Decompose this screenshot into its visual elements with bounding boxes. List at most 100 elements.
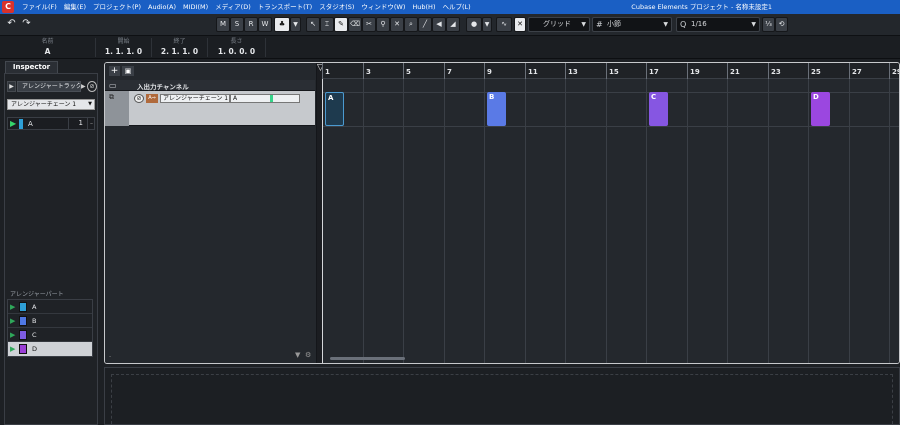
triplet-button[interactable]: ⅓ — [762, 17, 775, 32]
play-part-icon[interactable]: ▶ — [10, 344, 15, 354]
arranger-chain-select[interactable]: アレンジャーチェーン 1 ▼ — [7, 99, 95, 110]
iterative-quantize-icon[interactable]: ⟲ — [775, 17, 788, 32]
info-length[interactable]: 長さ 1. 0. 0. 0 — [208, 38, 266, 57]
arranger-event-a[interactable]: A — [325, 92, 344, 126]
chain-entry-row[interactable]: ▶ A 1 – — [7, 117, 95, 130]
activate-arranger-icon[interactable]: ⊘ — [134, 94, 144, 103]
gear-icon[interactable]: ⚙ — [305, 351, 311, 359]
play-entry-icon[interactable]: ▶ — [10, 119, 16, 128]
arranger-part-row[interactable]: ▶ C — [8, 328, 92, 342]
arranger-part-row[interactable]: ▶ B — [8, 314, 92, 328]
grid-type-label: 小節 — [607, 20, 621, 28]
info-end[interactable]: 終了 2. 1. 1. 0 — [152, 38, 208, 57]
mute-button[interactable]: M — [216, 17, 230, 32]
split-tool-icon[interactable]: ✂ — [362, 17, 376, 32]
write-button[interactable]: W — [258, 17, 272, 32]
snap-type-dropdown[interactable]: ▼ — [482, 17, 492, 32]
play-tool-icon[interactable]: ◀ — [432, 17, 446, 32]
info-start[interactable]: 開始 1. 1. 1. 0 — [96, 38, 152, 57]
snap-mode-dropdown[interactable]: グリッド ▼ — [528, 17, 590, 32]
arranger-event-d[interactable]: D — [811, 92, 830, 126]
folder-track[interactable]: ▭ 入出力チャンネル — [105, 80, 315, 91]
play-part-icon[interactable]: ▶ — [10, 316, 15, 326]
zoom-tool-icon[interactable]: ⌕ — [404, 17, 418, 32]
edit-icon[interactable]: ⊘ — [87, 81, 97, 92]
inspector-panel: ▶ アレンジャートラック ▶ ⊘ アレンジャーチェーン 1 ▼ ▶ A 1 – ア… — [4, 73, 98, 425]
range-select-icon[interactable]: ⌶ — [320, 17, 334, 32]
menu-edit[interactable]: 編集(E) — [64, 0, 86, 14]
menu-project[interactable]: プロジェクト(P) — [93, 0, 141, 14]
mute-tool-icon[interactable]: ✕ — [390, 17, 404, 32]
menu-studio[interactable]: スタジオ(S) — [319, 0, 354, 14]
snap-toggle-icon[interactable]: ✕ — [514, 17, 526, 32]
menu-transport[interactable]: トランスポート(T) — [258, 0, 312, 14]
ruler-bar-label: 7 — [447, 68, 452, 76]
info-name-value[interactable]: A — [0, 46, 95, 57]
grid-type-dropdown[interactable]: # 小節 ▼ — [592, 17, 672, 32]
play-part-icon[interactable]: ▶ — [10, 302, 15, 312]
grid-line — [565, 79, 566, 363]
arranger-chain-field[interactable]: アレンジャーチェーン 1 — [160, 94, 230, 103]
expand-track-icon[interactable]: ▶ — [7, 81, 16, 92]
menu-help[interactable]: ヘルプ(L) — [442, 0, 470, 14]
menu-bar: ファイル(F) 編集(E) プロジェクト(P) Audio(A) MIDI(M)… — [22, 0, 471, 14]
redo-icon[interactable]: ↷ — [19, 17, 34, 32]
menu-audio[interactable]: Audio(A) — [148, 0, 176, 14]
arranger-part-field[interactable]: A — [230, 94, 300, 103]
add-track-preset-icon[interactable]: ▣ — [122, 66, 134, 76]
menu-file[interactable]: ファイル(F) — [22, 0, 57, 14]
track-separator — [322, 126, 899, 127]
ruler-tick — [363, 63, 364, 79]
track-list-menu-icon[interactable]: - — [109, 353, 111, 360]
snap-type-icon[interactable]: ● — [466, 17, 482, 32]
play-part-icon[interactable]: ▶ — [10, 330, 15, 340]
project-cursor[interactable] — [322, 79, 323, 363]
menu-midi[interactable]: MIDI(M) — [183, 0, 208, 14]
ruler-tick — [646, 63, 647, 79]
auto-scroll-icon[interactable]: ∿ — [496, 17, 512, 32]
line-tool-icon[interactable]: ╱ — [418, 17, 432, 32]
lower-zone — [104, 367, 900, 425]
erase-tool-icon[interactable]: ⌫ — [348, 17, 362, 32]
grid-line — [727, 79, 728, 363]
info-name[interactable]: 名前 A — [0, 38, 96, 57]
ruler[interactable]: 1357911131517192123252729 — [322, 63, 899, 79]
horizontal-scrollbar[interactable] — [330, 357, 405, 360]
glue-tool-icon[interactable]: ⚲ — [376, 17, 390, 32]
arranger-event-b[interactable]: B — [487, 92, 506, 126]
window-title: Cubase Elements プロジェクト - 名称未設定1 — [631, 3, 772, 11]
color-tool-icon[interactable]: ◢ — [446, 17, 460, 32]
menu-media[interactable]: メディア(D) — [215, 0, 251, 14]
ruler-bar-label: 17 — [649, 68, 659, 76]
quantize-dropdown[interactable]: Q 1/16 ▼ — [676, 17, 760, 32]
undo-icon[interactable]: ↶ — [4, 17, 19, 32]
ruler-tick — [525, 63, 526, 79]
read-button[interactable]: R — [244, 17, 258, 32]
arranger-event-c[interactable]: C — [649, 92, 668, 126]
menu-hub[interactable]: Hub(H) — [412, 0, 435, 14]
arranger-part-row[interactable]: ▶ A — [8, 300, 92, 314]
chain-repeat-count[interactable]: 1 — [68, 118, 86, 129]
object-select-icon[interactable]: ↖ — [306, 17, 320, 32]
inspector-tab[interactable]: Inspector — [5, 61, 58, 73]
inspector-track-name[interactable]: アレンジャートラック — [17, 81, 81, 92]
grid-line — [484, 79, 485, 363]
draw-tool-icon[interactable]: ✎ — [334, 17, 348, 32]
menu-window[interactable]: ウィンドウ(W) — [361, 0, 405, 14]
automation-mode-dropdown[interactable]: ▼ — [290, 17, 301, 32]
arranger-part-row-selected[interactable]: ▶ D — [8, 342, 92, 356]
info-start-value[interactable]: 1. 1. 1. 0 — [96, 46, 151, 57]
arranger-track[interactable]: ⧉ ⊘ A⇒ アレンジャーチェーン 1 A — [105, 91, 315, 126]
ruler-tick — [606, 63, 607, 79]
automation-mode-icon[interactable]: ♣ — [274, 17, 290, 32]
solo-button[interactable]: S — [230, 17, 244, 32]
add-track-icon[interactable]: + — [109, 66, 120, 76]
ruler-tick — [889, 63, 890, 79]
info-end-value[interactable]: 2. 1. 1. 0 — [152, 46, 207, 57]
repeat-mode-icon[interactable]: – — [87, 118, 95, 129]
chevron-down-icon[interactable]: ▼ — [295, 351, 300, 359]
arranger-mode-icon[interactable]: A⇒ — [146, 94, 158, 103]
info-length-value[interactable]: 1. 0. 0. 0 — [208, 46, 265, 57]
ruler-bar-label: 3 — [366, 68, 371, 76]
event-display[interactable]: A B C D — [322, 79, 899, 363]
